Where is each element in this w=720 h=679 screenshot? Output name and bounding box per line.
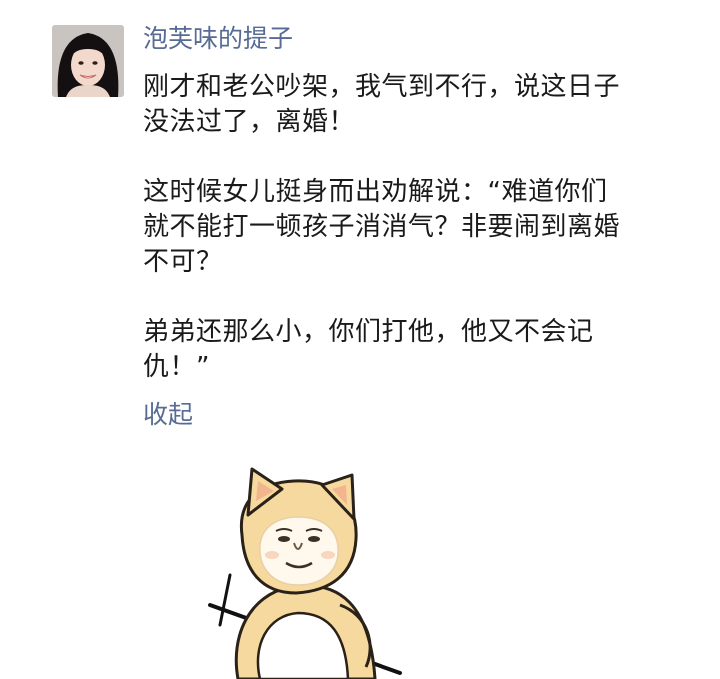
post-text: 刚才和老公吵架，我气到不行，说这日子 没法过了，离婚！ 这时候女儿挺身而出劝解说… [143,70,683,385]
meme-image[interactable] [190,455,610,679]
username[interactable]: 泡芙味的提子 [143,22,293,56]
avatar-photo [52,25,124,97]
post-paragraph: 这时候女儿挺身而出劝解说：“难道你们 就不能打一顿孩子消消气？非要闹到离婚 不可… [143,177,621,277]
collapse-button[interactable]: 收起 [143,398,193,432]
shiba-doge-icon [208,467,402,679]
moments-post: 泡芙味的提子 刚才和老公吵架，我气到不行，说这日子 没法过了，离婚！ 这时候女儿… [0,0,720,679]
post-paragraph: 刚才和老公吵架，我气到不行，说这日子 没法过了，离婚！ [143,72,621,137]
avatar[interactable] [52,25,124,97]
post-paragraph: 弟弟还那么小，你们打他，他又不会记 仇！” [143,317,594,382]
